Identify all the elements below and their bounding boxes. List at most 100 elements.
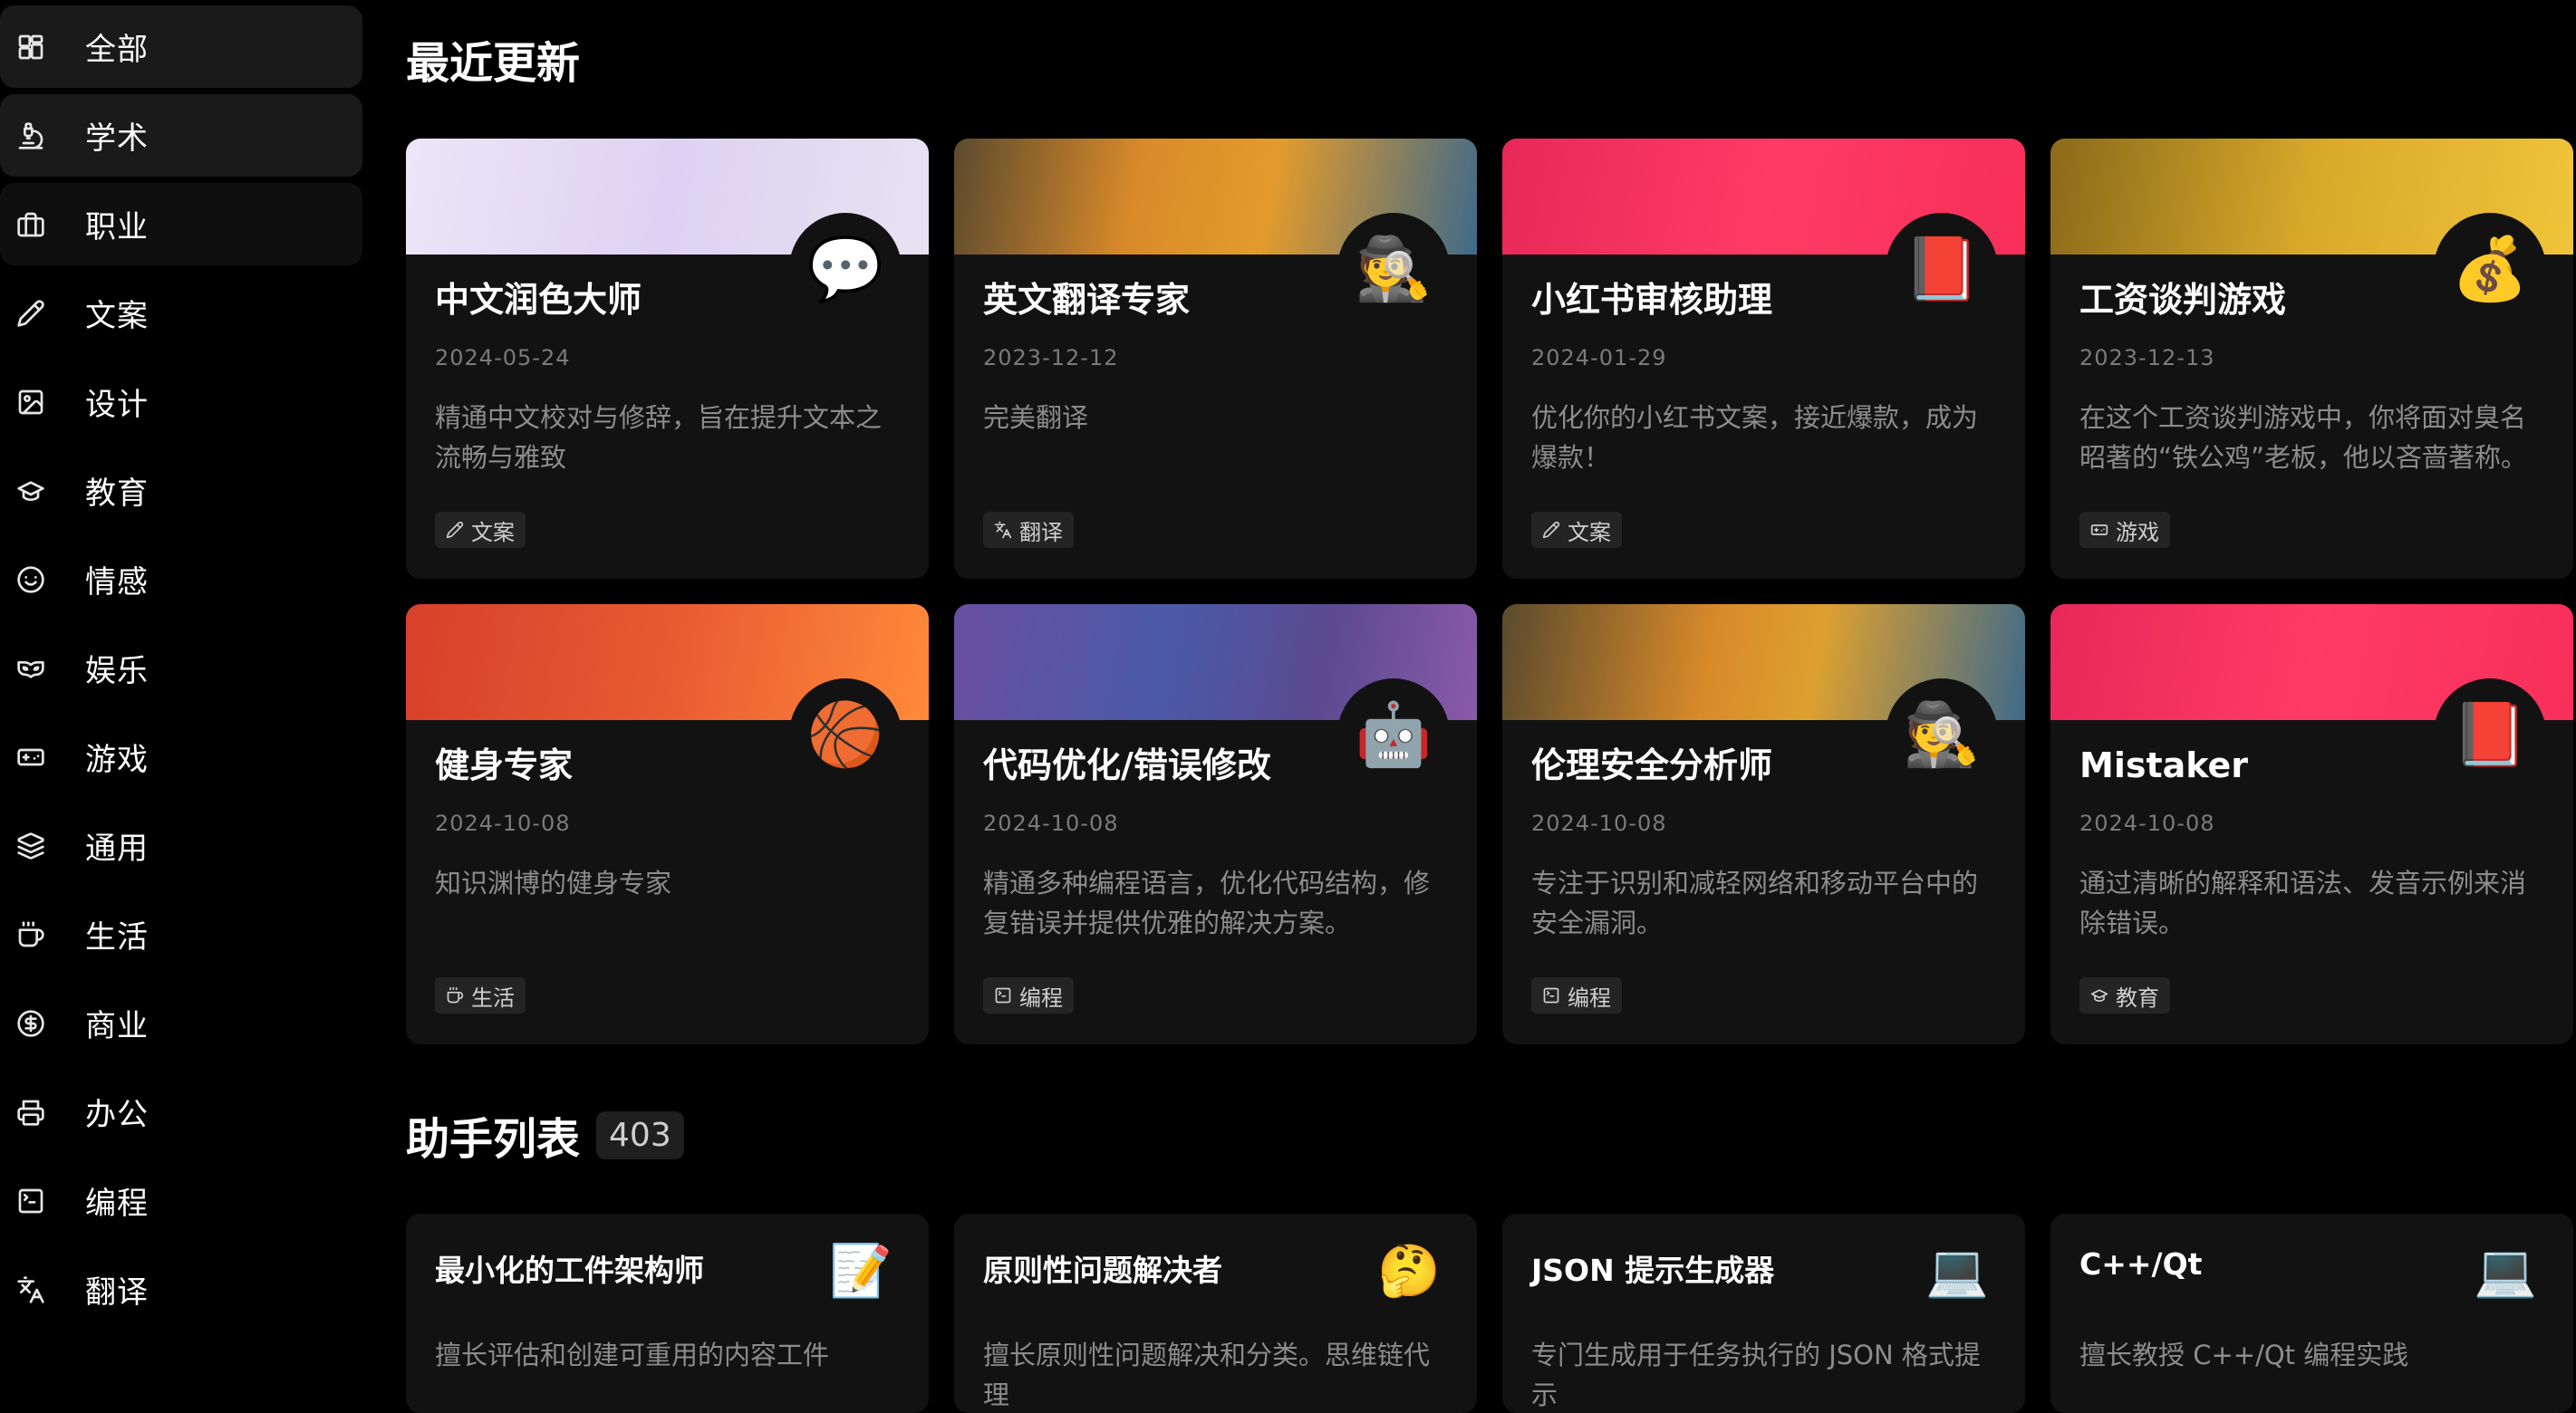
card-body: 工资谈判游戏 2023-12-13 在这个工资谈判游戏中，你将面对臭名昭著的“铁公鸡… <box>2079 274 2544 477</box>
sidebar-item-label: 娱乐 <box>85 653 149 689</box>
card-date: 2024-10-08 <box>1531 811 1667 836</box>
card-title: 健身专家 <box>435 745 574 785</box>
sidebar-item-label: 通用 <box>85 831 149 867</box>
languages-icon <box>14 1274 47 1306</box>
assistant-card[interactable]: 🕵️ 伦理安全分析师 2024-10-08 专注于识别和减轻网络和移动平台中的安全漏洞… <box>1502 604 2025 1044</box>
terminal-icon <box>1542 986 1568 1004</box>
gamepad-icon <box>14 741 47 774</box>
sidebar-item-3[interactable]: 文案 <box>0 272 362 354</box>
list-card-description: 专门生成用于任务执行的 JSON 格式提示 <box>1531 1340 1981 1410</box>
assistants-title-label: 助手列表 <box>406 1114 581 1165</box>
sidebar-item-13[interactable]: 编程 <box>0 1159 362 1242</box>
category-tag[interactable]: 编程 <box>1531 977 1622 1014</box>
recent-title-label: 最近更新 <box>406 38 581 89</box>
assistant-card[interactable]: 🕵️ 英文翻译专家 2023-12-12 完美翻译 翻译 <box>954 139 1477 579</box>
sidebar-item-label: 编程 <box>85 1186 149 1222</box>
card-body: 伦理安全分析师 2024-10-08 专注于识别和减轻网络和移动平台中的安全漏洞。 <box>1531 740 1996 943</box>
thinking-face-icon: 🤔 <box>1377 1242 1441 1301</box>
list-card-description: 擅长教授 C++/Qt 编程实践 <box>2079 1340 2409 1370</box>
printer-icon <box>14 1096 47 1129</box>
sidebar-item-12[interactable]: 办公 <box>0 1071 362 1153</box>
sidebar-item-label: 文案 <box>85 298 149 334</box>
terminal-icon <box>994 986 1019 1004</box>
smile-icon <box>14 563 47 596</box>
category-tag[interactable]: 游戏 <box>2079 512 2170 548</box>
category-tag[interactable]: 教育 <box>2079 977 2170 1014</box>
assistant-card[interactable]: 💬 中文润色大师 2024-05-24 精通中文校对与修辞，旨在提升文本之流畅与雅致文… <box>406 139 929 579</box>
sidebar-item-label: 情感 <box>85 564 149 601</box>
assistant-card[interactable]: 🤖 代码优化/错误修改 2024-10-08 精通多种编程语言，优化代码结构，修复错误… <box>954 604 1477 1044</box>
card-body: 小红书审核助理 2024-01-29 优化你的小红书文案，接近爆款，成为爆款！ <box>1531 274 1996 477</box>
list-card-description: 擅长原则性问题解决和分类。思维链代理 <box>983 1340 1431 1410</box>
sidebar-item-0[interactable]: 全部 <box>0 5 362 88</box>
category-tag-label: 翻译 <box>1019 519 1063 545</box>
card-body: 英文翻译专家 2023-12-12 完美翻译 <box>983 274 1448 477</box>
sidebar-item-2[interactable]: 职业 <box>0 183 362 265</box>
sidebar-item-14[interactable]: 翻译 <box>0 1248 362 1331</box>
sidebar: 全部学术职业文案设计教育情感娱乐游戏通用生活商业办公编程翻译 <box>0 0 362 1398</box>
card-body: 中文润色大师 2024-05-24 精通中文校对与修辞，旨在提升文本之流畅与雅致 <box>435 274 900 477</box>
category-tag-label: 文案 <box>471 519 515 545</box>
card-body: Mistaker 2024-10-08 通过清晰的解释和语法、发音示例来消除错误。 <box>2079 740 2544 943</box>
card-date: 2024-10-08 <box>435 811 571 836</box>
category-tag-label: 文案 <box>1568 519 1611 545</box>
sidebar-item-4[interactable]: 设计 <box>0 360 362 443</box>
list-card-title: JSON 提示生成器 <box>1531 1253 1775 1288</box>
list-card-title: 原则性问题解决者 <box>983 1253 1222 1288</box>
sidebar-item-9[interactable]: 通用 <box>0 804 362 887</box>
recent-card-grid: 💬 中文润色大师 2024-05-24 精通中文校对与修辞，旨在提升文本之流畅与雅致文… <box>406 139 2573 1044</box>
laptop-icon: 💻 <box>1925 1242 1989 1301</box>
category-tag[interactable]: 翻译 <box>983 512 1074 548</box>
assistant-card[interactable]: 📕 小红书审核助理 2024-01-29 优化你的小红书文案，接近爆款，成为爆款！ 文案 <box>1502 139 2025 579</box>
card-date: 2024-01-29 <box>1531 345 1667 370</box>
list-card-title: 最小化的工件架构师 <box>435 1253 704 1288</box>
pencil-icon <box>14 297 47 330</box>
sidebar-item-5[interactable]: 教育 <box>0 449 362 532</box>
assistant-card[interactable]: 🏀 健身专家 2024-10-08 知识渊博的健身专家 生活 <box>406 604 929 1044</box>
card-date: 2023-12-13 <box>2079 345 2215 370</box>
category-tag[interactable]: 文案 <box>435 512 526 548</box>
card-title: Mistaker <box>2079 745 2249 785</box>
category-tag-label: 编程 <box>1568 985 1611 1011</box>
category-tag[interactable]: 编程 <box>983 977 1074 1014</box>
sidebar-item-1[interactable]: 学术 <box>0 94 362 177</box>
assistant-list-card[interactable]: C++/Qt 💻 擅长教授 C++/Qt 编程实践 <box>2050 1214 2573 1413</box>
assistant-list-card[interactable]: 最小化的工件架构师 📝 擅长评估和创建可重用的内容工件 <box>406 1214 929 1413</box>
assistant-list-card[interactable]: 原则性问题解决者 🤔 擅长原则性问题解决和分类。思维链代理 <box>954 1214 1477 1413</box>
card-description: 完美翻译 <box>983 402 1089 433</box>
category-tag[interactable]: 生活 <box>435 977 526 1014</box>
card-date: 2023-12-12 <box>983 345 1119 370</box>
assistant-card[interactable]: 💰 工资谈判游戏 2023-12-13 在这个工资谈判游戏中，你将面对臭名昭著的“铁公… <box>2050 139 2573 579</box>
sidebar-item-label: 全部 <box>85 32 149 68</box>
grid-icon <box>14 31 47 63</box>
sidebar-item-7[interactable]: 娱乐 <box>0 627 362 709</box>
sidebar-item-10[interactable]: 生活 <box>0 893 362 976</box>
sidebar-item-label: 翻译 <box>85 1274 149 1311</box>
graduation-cap-icon <box>2090 986 2116 1004</box>
sidebar-item-label: 教育 <box>85 476 149 512</box>
sidebar-item-label: 办公 <box>85 1097 149 1133</box>
assistant-list-card[interactable]: JSON 提示生成器 💻 专门生成用于任务执行的 JSON 格式提示 <box>1502 1214 2025 1413</box>
assistants-section-title: 助手列表 403 <box>406 1103 684 1167</box>
card-body: 健身专家 2024-10-08 知识渊博的健身专家 <box>435 740 900 943</box>
languages-icon <box>994 521 1019 539</box>
gamepad-icon <box>2090 521 2116 539</box>
sidebar-item-label: 职业 <box>85 209 149 245</box>
image-icon <box>14 386 47 418</box>
sidebar-item-11[interactable]: 商业 <box>0 982 362 1064</box>
list-card-description: 擅长评估和创建可重用的内容工件 <box>435 1340 830 1370</box>
assistants-count-badge: 403 <box>596 1110 684 1159</box>
card-date: 2024-10-08 <box>2079 811 2215 836</box>
sidebar-item-label: 游戏 <box>85 742 149 778</box>
card-description: 优化你的小红书文案，接近爆款，成为爆款！ <box>1531 402 1979 473</box>
microscope-icon <box>14 120 47 152</box>
category-tag-label: 游戏 <box>2116 519 2159 545</box>
assistant-card[interactable]: 📕 Mistaker 2024-10-08 通过清晰的解释和语法、发音示例来消除错误。… <box>2050 604 2573 1044</box>
sidebar-item-label: 生活 <box>85 919 149 956</box>
sidebar-item-8[interactable]: 游戏 <box>0 716 362 798</box>
category-tag[interactable]: 文案 <box>1531 512 1622 548</box>
pencil-icon <box>446 521 471 539</box>
terminal-icon <box>14 1185 47 1217</box>
card-description: 精通多种编程语言，优化代码结构，修复错误并提供优雅的解决方案。 <box>983 868 1431 938</box>
sidebar-item-6[interactable]: 情感 <box>0 538 362 620</box>
